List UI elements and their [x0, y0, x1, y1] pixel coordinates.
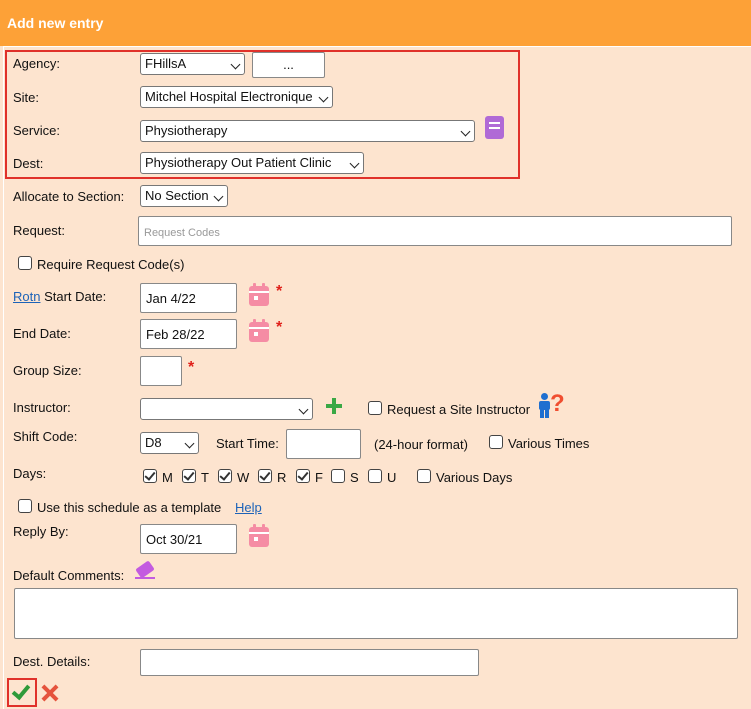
- reply-by-label: Reply By:: [13, 524, 69, 539]
- time-format-note: (24-hour format): [374, 437, 468, 452]
- eraser-icon[interactable]: [133, 560, 157, 580]
- site-select[interactable]: Mitchel Hospital Electronique: [140, 86, 333, 108]
- day-checkbox-u[interactable]: [368, 469, 382, 483]
- various-times-checkbox[interactable]: [489, 435, 503, 449]
- calendar-icon[interactable]: [249, 283, 269, 306]
- window-title: Add new entry: [0, 0, 751, 46]
- dest-select[interactable]: Physiotherapy Out Patient Clinic: [140, 152, 364, 174]
- start-date-input[interactable]: Jan 4/22: [140, 283, 237, 313]
- chevron-down-icon: [230, 59, 241, 70]
- group-size-input[interactable]: [140, 356, 182, 386]
- calendar-icon[interactable]: [249, 524, 269, 547]
- require-codes-checkbox[interactable]: [18, 256, 32, 270]
- agency-select[interactable]: FHillsA: [140, 53, 245, 75]
- day-checkbox-s[interactable]: [331, 469, 345, 483]
- chevron-down-icon: [184, 438, 195, 449]
- cancel-button[interactable]: [41, 684, 59, 702]
- request-codes-input[interactable]: Request Codes: [138, 216, 732, 246]
- use-template-checkbox[interactable]: [18, 499, 32, 513]
- agency-browse-button[interactable]: ...: [252, 52, 325, 78]
- end-date-label: End Date:: [13, 326, 71, 341]
- agency-label: Agency:: [13, 56, 60, 71]
- various-days-checkbox[interactable]: [417, 469, 431, 483]
- dest-label: Dest:: [13, 156, 44, 171]
- allocate-select[interactable]: No Section: [140, 185, 228, 207]
- require-codes-label: Require Request Code(s): [37, 257, 185, 272]
- various-times-label: Various Times: [508, 436, 590, 451]
- start-time-input[interactable]: [286, 429, 361, 459]
- dest-details-label: Dest. Details:: [13, 654, 91, 669]
- day-checkbox-t[interactable]: [182, 469, 196, 483]
- required-marker: *: [188, 359, 195, 376]
- start-time-label: Start Time:: [216, 436, 279, 451]
- service-label: Service:: [13, 123, 60, 138]
- day-checkbox-f[interactable]: [296, 469, 310, 483]
- chevron-down-icon: [318, 92, 329, 103]
- start-date-label: Rotn Start Date:: [13, 289, 107, 304]
- group-size-label: Group Size:: [13, 363, 82, 378]
- default-comments-textarea[interactable]: [14, 588, 738, 639]
- help-link[interactable]: Help: [235, 500, 262, 515]
- required-marker: *: [276, 283, 283, 300]
- service-select[interactable]: Physiotherapy: [140, 120, 475, 142]
- person-question-icon[interactable]: ?: [538, 391, 566, 419]
- end-date-input[interactable]: Feb 28/22: [140, 319, 237, 349]
- day-checkbox-w[interactable]: [218, 469, 232, 483]
- default-comments-label: Default Comments:: [13, 568, 125, 583]
- request-label: Request:: [13, 223, 66, 238]
- chevron-down-icon: [298, 404, 309, 415]
- calendar-icon[interactable]: [249, 319, 269, 342]
- save-button[interactable]: [7, 678, 37, 707]
- allocate-label: Allocate to Section:: [13, 189, 125, 204]
- chevron-down-icon: [213, 191, 224, 202]
- close-icon: [41, 684, 59, 702]
- add-instructor-icon[interactable]: [326, 398, 342, 414]
- request-site-instructor-checkbox[interactable]: [368, 401, 382, 415]
- use-template-label: Use this schedule as a template: [37, 500, 222, 515]
- dest-details-input[interactable]: [140, 649, 479, 676]
- days-label: Days:: [13, 466, 47, 481]
- day-checkbox-m[interactable]: [143, 469, 157, 483]
- site-label: Site:: [13, 90, 40, 105]
- chevron-down-icon: [460, 126, 471, 137]
- day-checkbox-r[interactable]: [258, 469, 272, 483]
- shift-code-label: Shift Code:: [13, 429, 78, 444]
- reply-by-input[interactable]: Oct 30/21: [140, 524, 237, 554]
- checkmark-icon: [11, 680, 31, 701]
- rotn-link[interactable]: Rotn: [13, 289, 40, 304]
- instructor-label: Instructor:: [13, 400, 71, 415]
- shift-code-select[interactable]: D8: [140, 432, 199, 454]
- book-icon[interactable]: [485, 116, 504, 139]
- request-site-instructor-label: Request a Site Instructor: [387, 402, 531, 417]
- instructor-select[interactable]: [140, 398, 313, 420]
- chevron-down-icon: [349, 158, 360, 169]
- required-marker: *: [276, 319, 283, 336]
- various-days-label: Various Days: [436, 470, 513, 485]
